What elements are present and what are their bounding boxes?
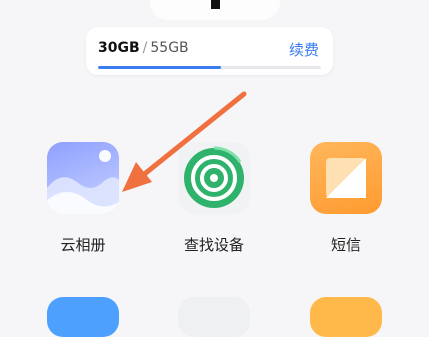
cloud-storage-card[interactable]: 30GB/55GB 续费 <box>86 27 333 75</box>
app-cloud-gallery[interactable]: 云相册 <box>33 142 133 272</box>
app-sms[interactable]: 短信 <box>296 142 396 272</box>
app-find-device[interactable]: 查找设备 <box>164 142 264 272</box>
app-label-sms: 短信 <box>330 236 361 254</box>
next-row-app-icon-1[interactable] <box>47 297 119 337</box>
next-row-app-icon-2[interactable] <box>178 297 250 337</box>
sms-icon <box>310 142 382 214</box>
app-label-find-device: 查找设备 <box>183 236 244 254</box>
storage-separator: / <box>142 40 148 56</box>
app-label-cloud-gallery: 云相册 <box>60 236 106 254</box>
storage-total-value: 55GB <box>150 40 189 56</box>
storage-usage: 30GB/55GB <box>98 40 189 56</box>
gallery-icon <box>47 142 119 214</box>
find-device-icon <box>178 142 250 214</box>
storage-used-value: 30GB <box>98 40 140 56</box>
storage-progress-fill <box>98 66 221 69</box>
storage-progress-bar <box>98 66 321 69</box>
top-indicator <box>211 0 220 9</box>
next-row-app-icon-3[interactable] <box>310 297 382 337</box>
renew-button[interactable]: 续费 <box>289 39 319 60</box>
